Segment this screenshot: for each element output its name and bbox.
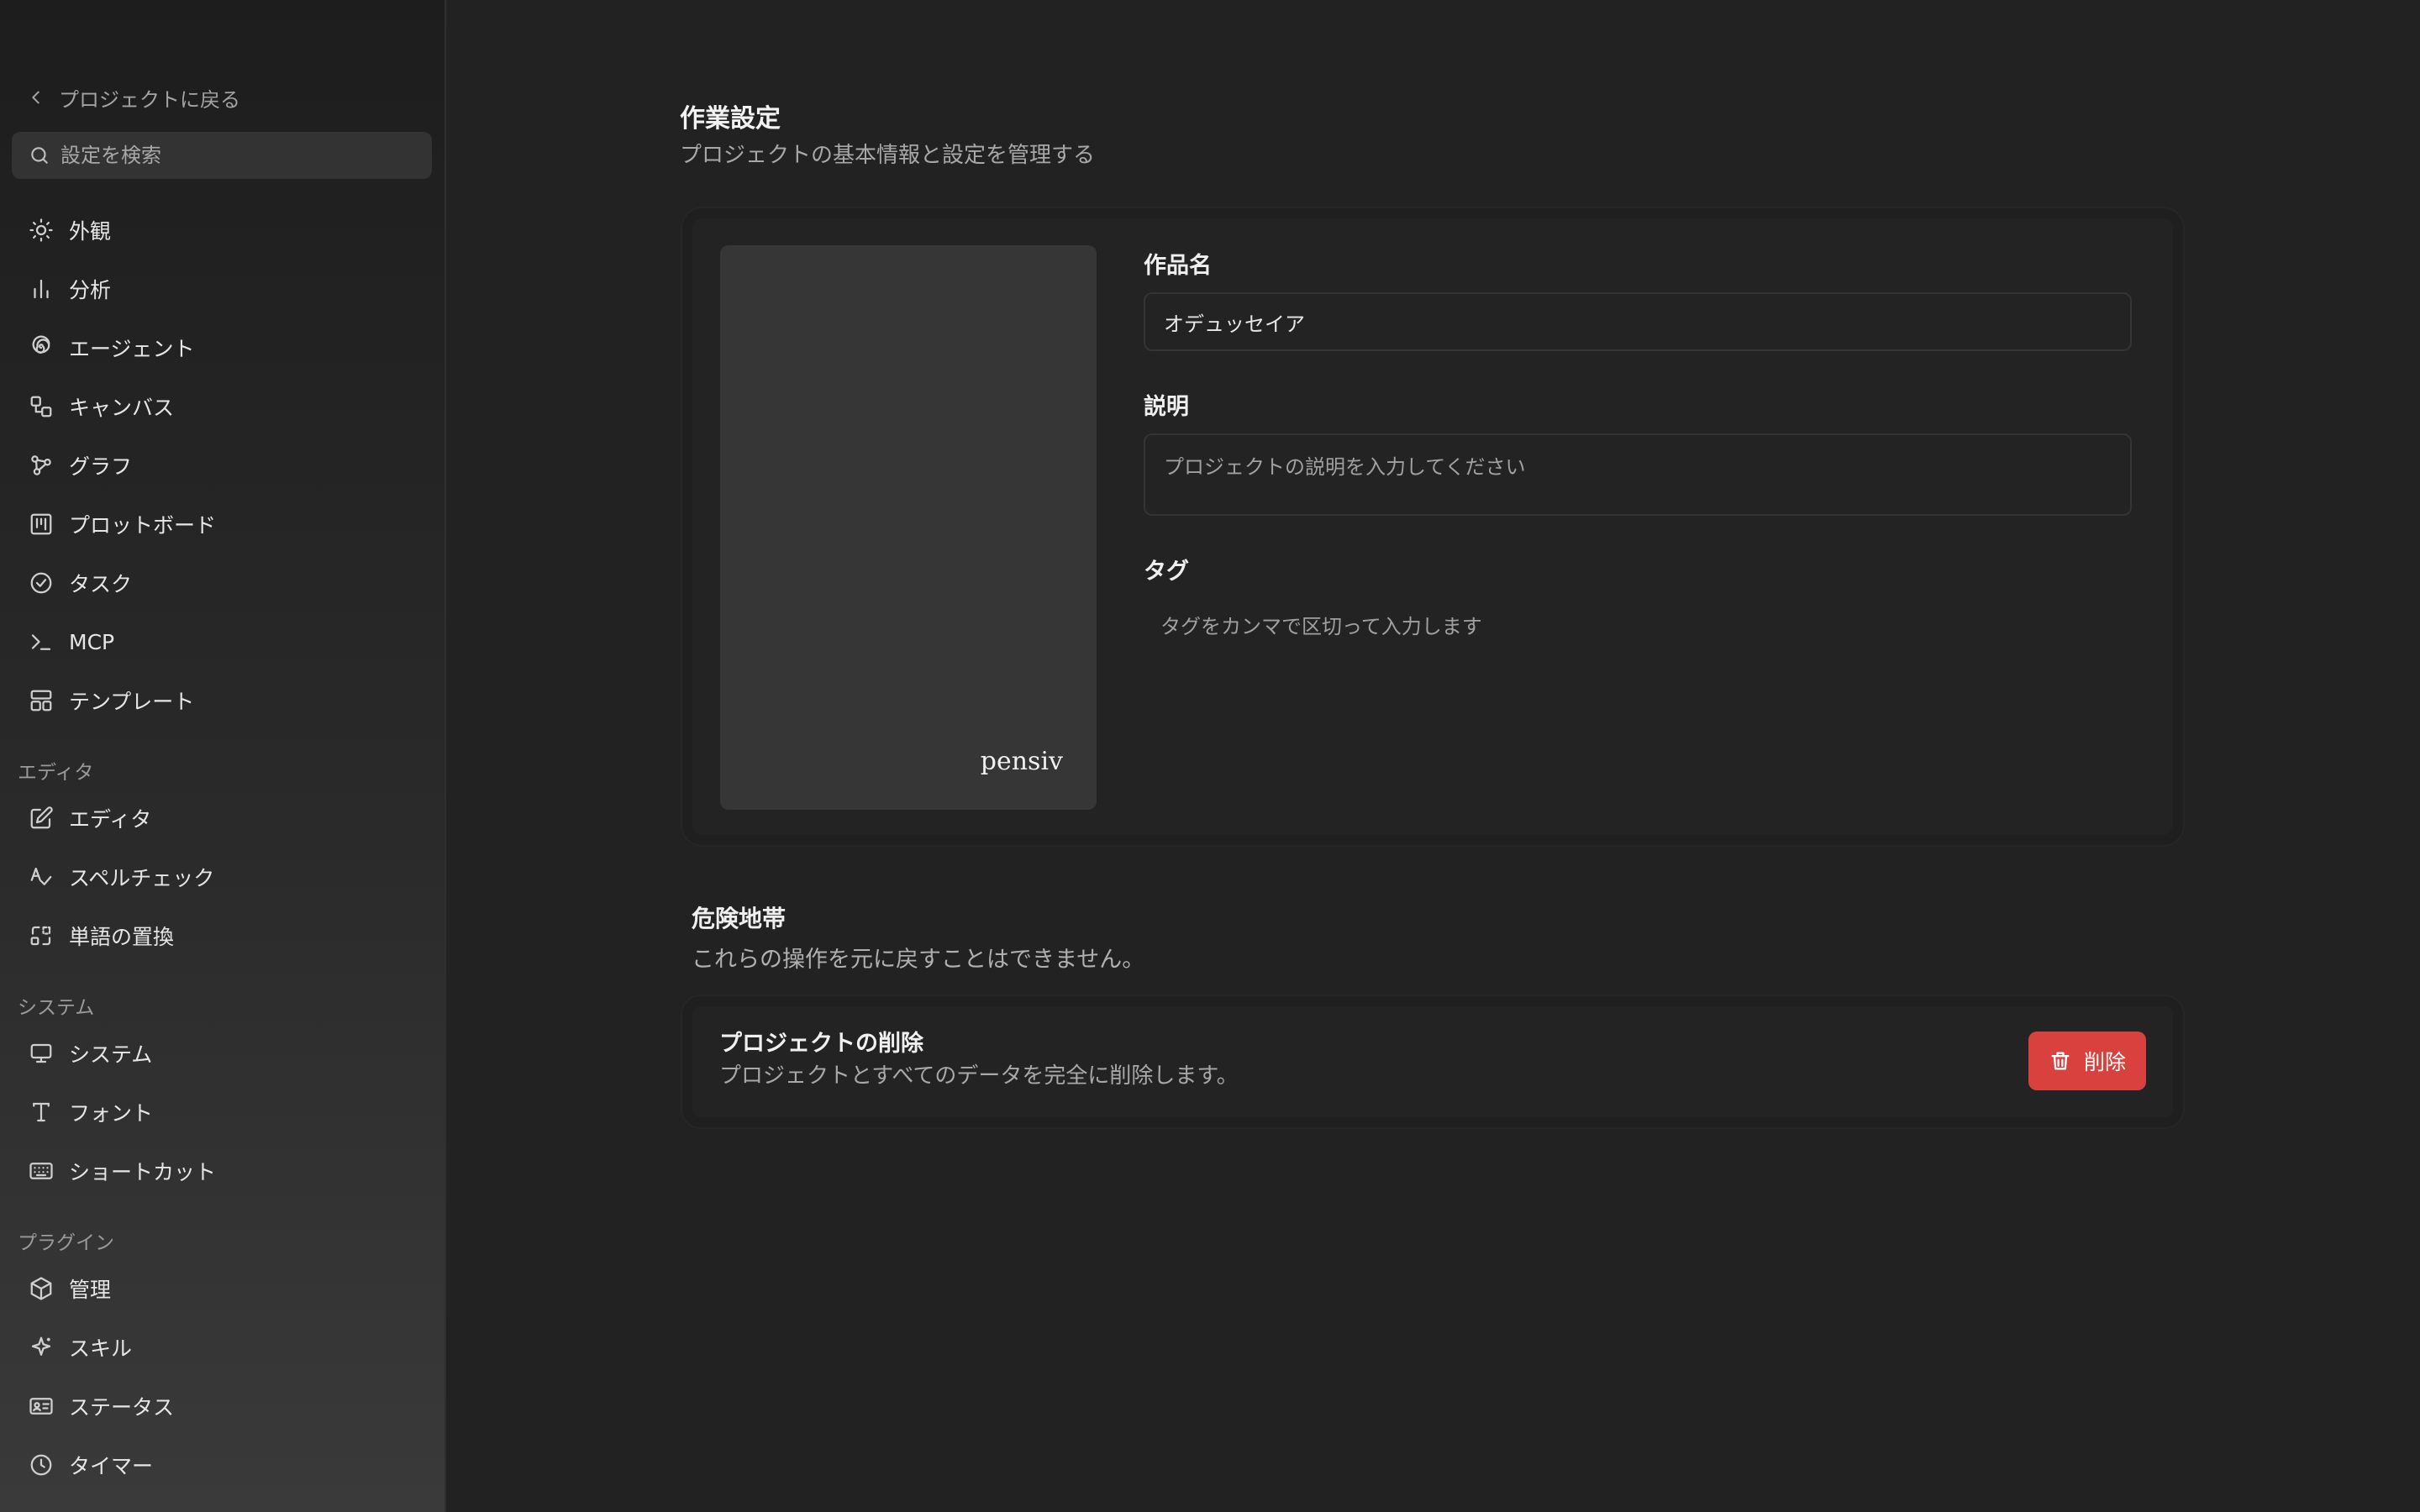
settings-search[interactable] [12, 132, 432, 179]
sidebar-item-plotboard[interactable]: プロットボード [12, 499, 432, 549]
canvas-icon [29, 394, 54, 419]
sidebar-item-label: テンプレート [69, 690, 195, 714]
delete-project-button[interactable]: 削除 [2028, 1032, 2146, 1090]
sidebar-item-canvas[interactable]: キャンバス [12, 381, 432, 432]
sidebar-item-spellcheck[interactable]: スペルチェック [12, 852, 432, 902]
sidebar-item-label: エディタ [69, 807, 152, 832]
sidebar-item-manage[interactable]: 管理 [12, 1263, 432, 1314]
sidebar-item-label: スペルチェック [69, 866, 215, 890]
danger-zone-description: これらの操作を元に戻すことはできません。 [692, 947, 1145, 973]
cover-image[interactable]: pensiv [720, 245, 1097, 810]
sidebar-item-label: 管理 [69, 1278, 112, 1302]
sidebar-item-shortcuts[interactable]: ショートカット [12, 1146, 432, 1196]
sidebar-item-label: 分析 [69, 278, 112, 302]
sidebar-item-label: タスク [69, 572, 133, 596]
description-input[interactable] [1144, 433, 2132, 516]
sidebar-item-label: グラフ [69, 454, 133, 479]
sidebar-item-status[interactable]: ステータス [12, 1381, 432, 1431]
id-card-icon [29, 1394, 54, 1419]
danger-zone-title: 危険地帯 [692, 905, 786, 932]
sidebar-item-mcp[interactable]: MCP [12, 617, 432, 667]
sidebar-item-appearance[interactable]: 外観 [12, 205, 432, 255]
replace-icon [29, 923, 54, 948]
delete-button-label: 削除 [2083, 1050, 2126, 1074]
sidebar-section-system: システム [18, 997, 95, 1019]
layout-template-icon [29, 688, 54, 713]
sidebar-item-agent[interactable]: エージェント [12, 323, 432, 373]
sidebar-item-fonts[interactable]: フォント [12, 1087, 432, 1137]
spell-check-icon [29, 864, 54, 890]
sidebar-section-plugin: プラグイン [18, 1232, 114, 1254]
sidebar-item-templates[interactable]: テンプレート [12, 675, 432, 726]
sidebar-item-tasks[interactable]: タスク [12, 558, 432, 608]
sidebar-item-label: 単語の置換 [69, 925, 175, 949]
bar-chart-icon [29, 276, 54, 302]
search-icon [29, 144, 50, 166]
sidebar-item-label: エージェント [69, 337, 195, 361]
sidebar-item-label: ステータス [69, 1395, 175, 1420]
delete-project-description: プロジェクトとすべてのデータを完全に削除します。 [719, 1063, 1239, 1089]
kanban-icon [29, 512, 54, 537]
sidebar-item-label: ショートカット [69, 1160, 217, 1184]
graph-icon [29, 453, 54, 478]
title-field-label: 作品名 [1144, 253, 1212, 279]
sidebar-item-label: 外観 [69, 219, 112, 244]
tags-field-label: タグ [1144, 559, 1189, 585]
sparkle-icon [29, 1335, 54, 1360]
package-icon [29, 1276, 54, 1301]
sidebar-item-label: システム [69, 1042, 153, 1067]
terminal-icon [29, 629, 54, 654]
sidebar-item-label: プロットボード [69, 513, 217, 538]
monitor-icon [29, 1041, 54, 1066]
page-subtitle: プロジェクトの基本情報と設定を管理する [680, 143, 1096, 168]
sidebar-item-label: スキル [69, 1336, 133, 1361]
sidebar-item-skills[interactable]: スキル [12, 1322, 432, 1373]
clock-icon [29, 1452, 54, 1478]
sidebar-item-label: フォント [69, 1101, 154, 1126]
sidebar-item-word-replace[interactable]: 単語の置換 [12, 911, 432, 961]
keyboard-icon [29, 1158, 54, 1184]
sidebar-item-system[interactable]: システム [12, 1028, 432, 1079]
cover-brand-text: pensiv [980, 747, 1063, 776]
sidebar-item-editor[interactable]: エディタ [12, 793, 432, 843]
chevron-left-icon [27, 88, 45, 107]
sun-icon [29, 218, 54, 243]
sidebar-item-label: MCP [69, 629, 115, 654]
settings-search-input[interactable] [60, 144, 413, 167]
sidebar-item-label: キャンバス [69, 396, 175, 420]
pencil-square-icon [29, 806, 54, 831]
tags-input[interactable] [1144, 606, 2132, 647]
page-title: 作業設定 [680, 104, 781, 134]
sidebar-item-graph[interactable]: グラフ [12, 440, 432, 491]
trash-icon [2049, 1049, 2072, 1073]
check-circle-icon [29, 570, 54, 596]
delete-project-title: プロジェクトの削除 [719, 1031, 923, 1057]
sidebar-item-timer[interactable]: タイマー [12, 1440, 432, 1490]
settings-sidebar: プロジェクトに戻る 外観 分析 エージェント キャンバス グラフ プロットボード… [0, 0, 446, 1512]
type-icon [29, 1100, 54, 1125]
description-field-label: 説明 [1144, 394, 1189, 420]
back-to-project-link[interactable]: プロジェクトに戻る [27, 81, 240, 114]
back-link-label: プロジェクトに戻る [59, 87, 240, 112]
sidebar-item-label: タイマー [69, 1454, 154, 1478]
title-input[interactable] [1144, 292, 2132, 351]
spiral-icon [29, 335, 54, 360]
sidebar-item-analytics[interactable]: 分析 [12, 264, 432, 314]
sidebar-section-editor: エディタ [18, 762, 94, 784]
